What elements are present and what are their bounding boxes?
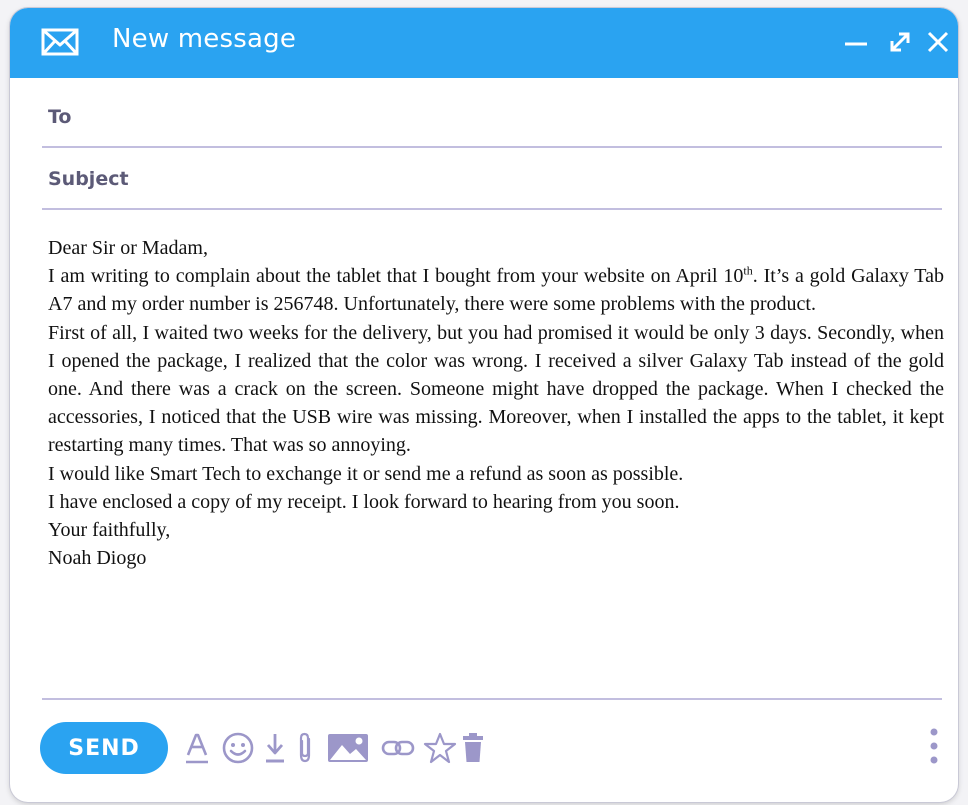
to-field: To (42, 86, 942, 148)
compose-titlebar: New message (10, 8, 958, 78)
more-options-icon[interactable] (928, 726, 940, 770)
expand-icon[interactable] (884, 26, 916, 58)
link-icon[interactable] (380, 730, 416, 766)
subject-label: Subject (48, 168, 129, 190)
message-body[interactable]: Dear Sir or Madam, I am writing to compl… (48, 234, 944, 572)
signature-line: Noah Diogo (48, 547, 147, 570)
emoji-icon[interactable] (220, 730, 256, 766)
star-icon[interactable] (422, 730, 458, 766)
greeting-line: Dear Sir or Madam, (48, 237, 208, 259)
send-button[interactable]: SEND (40, 722, 168, 774)
to-input[interactable] (152, 100, 932, 134)
text-format-icon[interactable] (182, 730, 212, 766)
trash-icon[interactable] (460, 730, 486, 766)
paragraph-1-start: I am writing to complain about the table… (48, 265, 744, 288)
download-icon[interactable] (262, 730, 288, 766)
subject-input[interactable] (152, 162, 932, 196)
to-label: To (48, 106, 72, 128)
compose-window: New message To Subject Dear Sir or Madam… (10, 8, 958, 802)
toolbar-divider (42, 698, 942, 700)
envelope-icon (40, 26, 80, 58)
minimize-icon[interactable] (840, 26, 872, 58)
subject-field: Subject (42, 148, 942, 210)
body-paragraph-2: First of all, I waited two weeks for the… (48, 321, 944, 457)
attachment-icon[interactable] (294, 730, 316, 766)
body-paragraph-3: I would like Smart Tech to exchange it o… (48, 462, 684, 485)
body-paragraph-1: I am writing to complain about the table… (48, 262, 944, 318)
window-title: New message (112, 24, 297, 54)
body-paragraph-4: I have enclosed a copy of my receipt. I … (48, 490, 680, 513)
closing-line: Your faithfully, (48, 519, 171, 542)
ordinal-suffix: th (743, 263, 753, 278)
close-icon[interactable] (922, 26, 954, 58)
image-icon[interactable] (326, 730, 370, 766)
